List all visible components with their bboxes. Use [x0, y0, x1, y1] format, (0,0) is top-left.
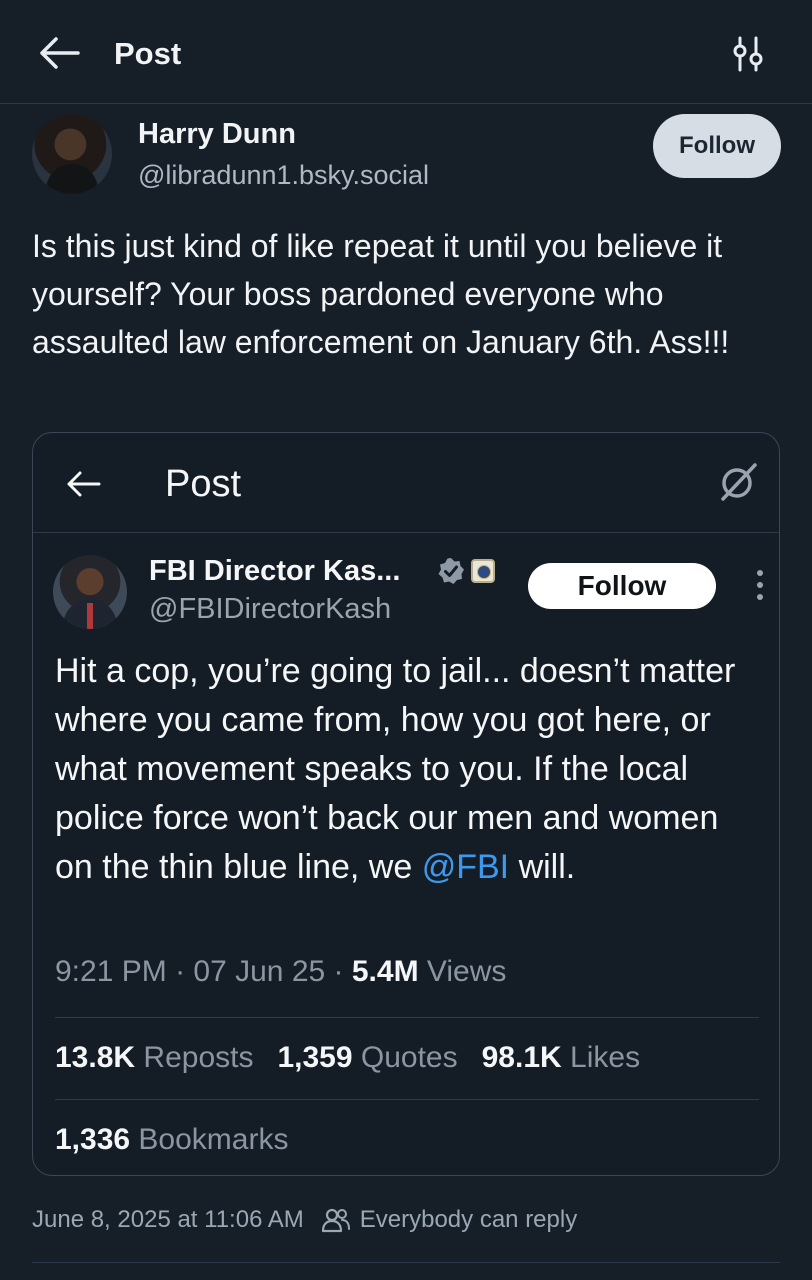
- quoted-author-handle: @FBIDirectorKash: [149, 593, 392, 625]
- author-name[interactable]: Harry Dunn: [138, 118, 296, 151]
- likes-count: 98.1K: [481, 1041, 562, 1074]
- quoted-post-text: Hit a cop, you’re going to jail... doesn…: [55, 647, 755, 892]
- verified-badge-icon: [438, 558, 464, 584]
- divider: [55, 1099, 759, 1100]
- quoted-follow-button: Follow: [528, 563, 716, 609]
- mention-link: @FBI: [421, 848, 510, 886]
- avatar: [53, 555, 127, 629]
- quoted-meta: 9:21 PM · 07 Jun 25 · 5.4M Views: [55, 955, 507, 988]
- likes-label: Likes: [570, 1041, 641, 1074]
- reposts-label: Reposts: [143, 1041, 254, 1074]
- arrow-left-icon: [67, 471, 101, 497]
- top-bar: Post: [0, 0, 812, 104]
- author-handle[interactable]: @libradunn1.bsky.social: [138, 160, 429, 191]
- quoted-date: 07 Jun 25: [193, 955, 326, 988]
- avatar[interactable]: [32, 114, 112, 194]
- post-timestamp: June 8, 2025 at 11:06 AM: [32, 1206, 304, 1233]
- more-options-icon: [757, 570, 763, 600]
- bookmarks-count: 1,336: [55, 1123, 131, 1156]
- quoted-page-title: Post: [165, 463, 242, 505]
- quoted-engagement-stats: 13.8K Reposts 1,359 Quotes 98.1K Likes: [55, 1041, 640, 1075]
- quoted-screenshot: Post FBI Director Kas... @FBIDirectorKas…: [32, 432, 780, 1176]
- quotes-label: Quotes: [360, 1041, 458, 1074]
- people-icon: [321, 1208, 350, 1233]
- quoted-top-bar: Post: [33, 433, 779, 533]
- quotes-count: 1,359: [277, 1041, 353, 1074]
- post-footer: June 8, 2025 at 11:06 AM Everybody can r…: [32, 1206, 577, 1234]
- bookmarks-label: Bookmarks: [138, 1123, 289, 1156]
- arrow-left-icon[interactable]: [38, 36, 80, 70]
- fbi-seal-icon: [471, 559, 495, 583]
- quoted-author: FBI Director Kas... @FBIDirectorKash Fol…: [53, 555, 763, 635]
- quoted-time: 9:21 PM: [55, 955, 167, 988]
- views-count: 5.4M: [351, 955, 419, 988]
- quoted-bookmarks: 1,336 Bookmarks: [55, 1123, 288, 1157]
- divider: [55, 1017, 759, 1018]
- divider: [32, 1262, 780, 1263]
- quoted-author-name: FBI Director Kas...: [149, 555, 401, 587]
- views-label: Views: [426, 955, 507, 988]
- page-title: Post: [114, 36, 182, 71]
- quoted-text-end: will.: [509, 848, 576, 886]
- reply-setting[interactable]: Everybody can reply: [360, 1206, 577, 1234]
- post-author: Harry Dunn @libradunn1.bsky.social Follo…: [32, 114, 782, 200]
- reposts-count: 13.8K: [55, 1041, 136, 1074]
- quoted-text-main: Hit a cop, you’re going to jail... doesn…: [55, 652, 736, 886]
- follow-button[interactable]: Follow: [653, 114, 781, 178]
- post-text: Is this just kind of like repeat it unti…: [32, 228, 730, 360]
- grok-icon: [721, 463, 757, 501]
- sliders-icon[interactable]: [728, 34, 768, 74]
